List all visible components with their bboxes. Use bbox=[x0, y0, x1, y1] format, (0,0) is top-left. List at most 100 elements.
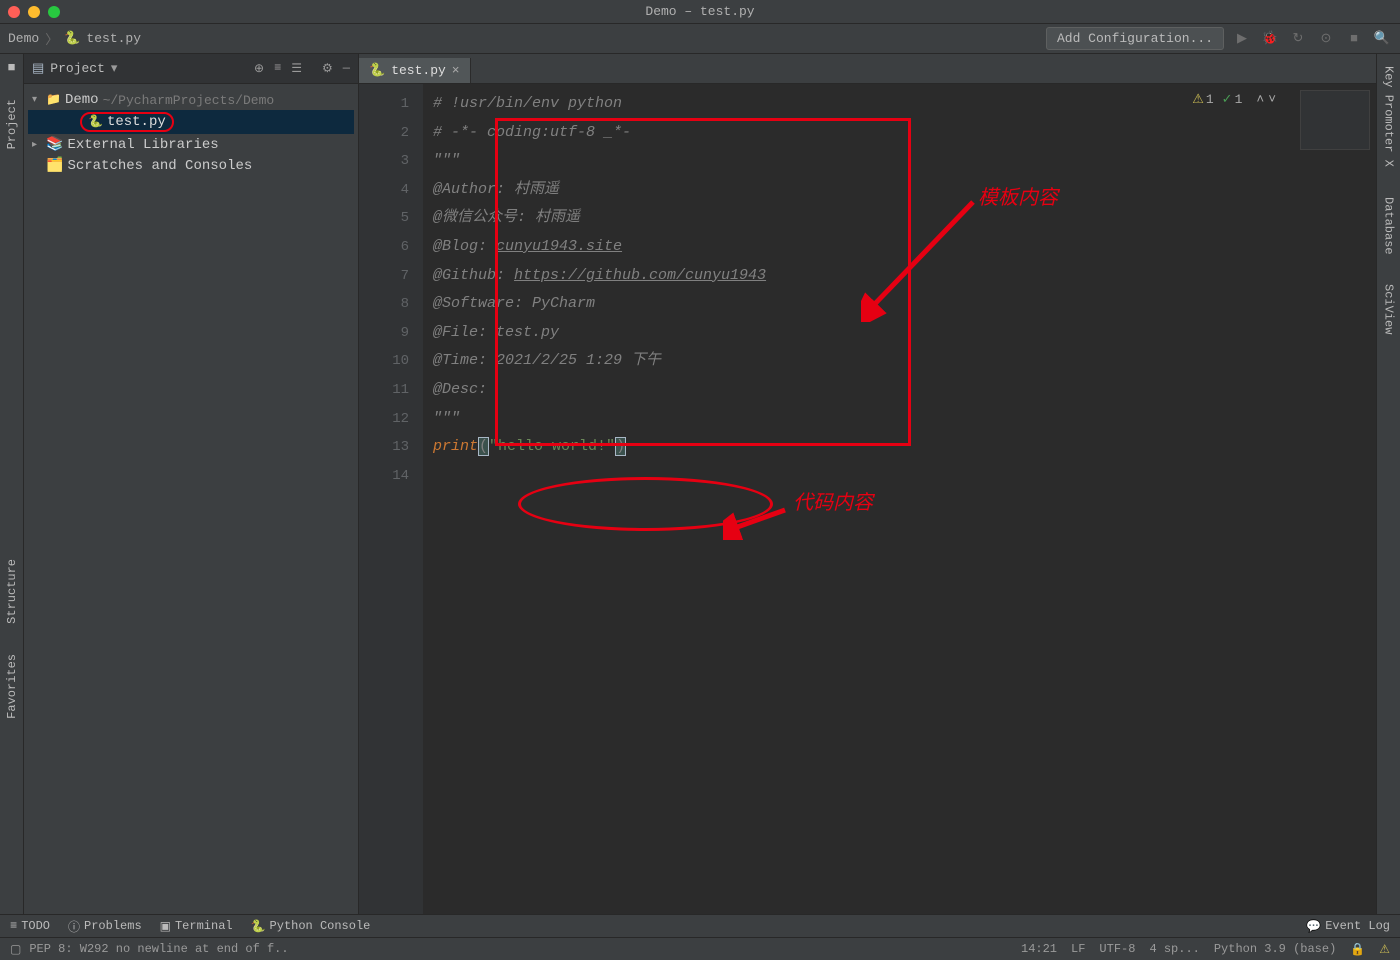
statusbar: ▢ PEP 8: W292 no newline at end of f.. 1… bbox=[0, 937, 1400, 960]
folder-icon: ▤ bbox=[32, 61, 44, 76]
stop-icon[interactable]: ■ bbox=[1344, 31, 1364, 46]
minimap[interactable] bbox=[1300, 90, 1370, 150]
left-rail: ■ Project Structure Favorites bbox=[0, 54, 24, 914]
project-panel: ▤ Project ▾ ⊕ ≡ ☰ ⚙ — ▾ Demo ~/PycharmPr… bbox=[24, 54, 359, 914]
right-rail: Key Promoter X Database SciView bbox=[1376, 54, 1400, 914]
terminal-button[interactable]: ▣Terminal bbox=[160, 919, 233, 934]
tab-label: test.py bbox=[391, 63, 446, 78]
code-line: @Desc: bbox=[433, 376, 1376, 405]
tree-scratches[interactable]: 🗂️ Scratches and Consoles bbox=[28, 155, 354, 176]
collapse-icon[interactable]: ☰ bbox=[291, 61, 302, 76]
warning-badge[interactable]: 1 bbox=[1192, 92, 1213, 107]
code-line: @Blog: cunyu1943.site bbox=[433, 233, 1376, 262]
rail-key-promoter[interactable]: Key Promoter X bbox=[1382, 60, 1396, 173]
code-line: print("hello world!") bbox=[433, 433, 1376, 462]
indent-info[interactable]: 4 sp... bbox=[1149, 942, 1199, 956]
breadcrumb-file[interactable]: test.py bbox=[86, 31, 141, 46]
maximize-window-icon[interactable] bbox=[48, 6, 60, 18]
lock-warn-icon[interactable]: ⚠ bbox=[1379, 942, 1390, 957]
todo-button[interactable]: ≡TODO bbox=[10, 919, 50, 933]
rail-sciview[interactable]: SciView bbox=[1382, 278, 1396, 340]
rail-structure[interactable]: Structure bbox=[5, 553, 19, 630]
traffic-lights bbox=[8, 6, 60, 18]
folder-icon bbox=[46, 92, 61, 108]
tree-scratches-label: Scratches and Consoles bbox=[67, 158, 252, 174]
add-configuration-button[interactable]: Add Configuration... bbox=[1046, 27, 1224, 50]
chevron-right-icon: 〉 bbox=[45, 29, 58, 48]
tree-root-path: ~/PycharmProjects/Demo bbox=[103, 93, 275, 108]
gear-icon[interactable]: ⚙ bbox=[322, 61, 333, 76]
close-window-icon[interactable] bbox=[8, 6, 20, 18]
titlebar: Demo – test.py bbox=[0, 0, 1400, 24]
line-gutter: 1234567 891011121314 bbox=[359, 84, 423, 914]
code-content[interactable]: # !usr/bin/env python # -*- coding:utf-8… bbox=[423, 84, 1376, 914]
next-issue-icon[interactable]: ˅ bbox=[1268, 92, 1276, 107]
editor-body[interactable]: 1234567 891011121314 # !usr/bin/env pyth… bbox=[359, 84, 1376, 914]
project-panel-header: ▤ Project ▾ ⊕ ≡ ☰ ⚙ — bbox=[24, 54, 358, 84]
project-tool-icon[interactable]: ■ bbox=[8, 60, 16, 75]
code-line: # -*- coding:utf-8 _*- bbox=[433, 119, 1376, 148]
line-separator[interactable]: LF bbox=[1071, 942, 1085, 956]
minimize-window-icon[interactable] bbox=[28, 6, 40, 18]
chevron-down-icon[interactable]: ▾ bbox=[32, 94, 42, 106]
code-line: @Software: PyCharm bbox=[433, 290, 1376, 319]
info-icon: ⓘ bbox=[68, 918, 80, 935]
bottom-toolbar: ≡TODO ⓘProblems ▣Terminal 🐍Python Consol… bbox=[0, 914, 1400, 937]
panel-title: Project bbox=[50, 61, 105, 76]
lock-icon[interactable]: 🔒 bbox=[1350, 942, 1365, 957]
tab-testpy[interactable]: 🐍 test.py × bbox=[359, 58, 471, 83]
code-line: """ bbox=[433, 147, 1376, 176]
tree-file-testpy[interactable]: test.py bbox=[28, 110, 354, 134]
status-message: PEP 8: W292 no newline at end of f.. bbox=[29, 942, 288, 956]
editor-tabbar: 🐍 test.py × bbox=[359, 54, 1376, 84]
dropdown-icon[interactable]: ▾ bbox=[111, 61, 118, 76]
navigation-bar: Demo 〉 🐍 test.py Add Configuration... ▶ … bbox=[0, 24, 1400, 54]
annotation-oval-code bbox=[518, 477, 773, 531]
project-tree[interactable]: ▾ Demo ~/PycharmProjects/Demo test.py ▸ … bbox=[24, 84, 358, 182]
chevron-right-icon[interactable]: ▸ bbox=[32, 139, 42, 151]
check-badge[interactable]: 1 bbox=[1222, 92, 1243, 107]
rail-favorites[interactable]: Favorites bbox=[5, 648, 19, 725]
close-tab-icon[interactable]: × bbox=[452, 63, 460, 78]
tool-windows-icon[interactable]: ▢ bbox=[10, 942, 21, 957]
search-icon[interactable]: 🔍 bbox=[1372, 31, 1392, 46]
inspection-badges[interactable]: 1 1 ˄ ˅ bbox=[1192, 92, 1276, 107]
tree-external-label: External Libraries bbox=[67, 137, 218, 153]
interpreter[interactable]: Python 3.9 (base) bbox=[1214, 942, 1336, 956]
python-console-button[interactable]: 🐍Python Console bbox=[251, 919, 371, 934]
code-line: @File: test.py bbox=[433, 319, 1376, 348]
breadcrumb[interactable]: Demo 〉 🐍 test.py bbox=[8, 29, 141, 48]
problems-button[interactable]: ⓘProblems bbox=[68, 918, 142, 935]
breadcrumb-root[interactable]: Demo bbox=[8, 31, 39, 46]
coverage-icon[interactable]: ↻ bbox=[1288, 31, 1308, 46]
code-line: @Author: 村雨遥 bbox=[433, 176, 1376, 205]
tree-external-libraries[interactable]: ▸ 📚 External Libraries bbox=[28, 134, 354, 155]
library-icon: 📚 bbox=[46, 136, 63, 153]
tree-root-name: Demo bbox=[65, 92, 99, 108]
event-log-button[interactable]: 💬Event Log bbox=[1306, 919, 1390, 934]
rail-database[interactable]: Database bbox=[1382, 191, 1396, 261]
code-line: @Time: 2021/2/25 1:29 下午 bbox=[433, 347, 1376, 376]
annotation-label-code: 代码内容 bbox=[793, 489, 873, 518]
code-line: """ bbox=[433, 405, 1376, 434]
debug-icon[interactable]: 🐞 bbox=[1260, 31, 1280, 46]
hide-icon[interactable]: — bbox=[343, 61, 350, 76]
window-title: Demo – test.py bbox=[645, 4, 754, 19]
python-icon: 🐍 bbox=[251, 919, 266, 934]
python-file-icon bbox=[88, 114, 103, 130]
locate-icon[interactable]: ⊕ bbox=[254, 61, 264, 76]
terminal-icon: ▣ bbox=[160, 919, 171, 934]
expand-icon[interactable]: ≡ bbox=[274, 61, 281, 76]
cursor-position[interactable]: 14:21 bbox=[1021, 942, 1057, 956]
prev-issue-icon[interactable]: ˄ bbox=[1256, 92, 1264, 107]
scratch-icon: 🗂️ bbox=[46, 157, 63, 174]
tree-root[interactable]: ▾ Demo ~/PycharmProjects/Demo bbox=[28, 90, 354, 110]
run-icon[interactable]: ▶ bbox=[1232, 31, 1252, 46]
profile-icon[interactable]: ⊙ bbox=[1316, 31, 1336, 46]
rail-project[interactable]: Project bbox=[5, 93, 19, 155]
list-icon: ≡ bbox=[10, 919, 17, 933]
code-line: @Github: https://github.com/cunyu1943 bbox=[433, 262, 1376, 291]
python-file-icon: 🐍 bbox=[64, 31, 80, 46]
tree-file-name: test.py bbox=[107, 114, 166, 130]
file-encoding[interactable]: UTF-8 bbox=[1099, 942, 1135, 956]
